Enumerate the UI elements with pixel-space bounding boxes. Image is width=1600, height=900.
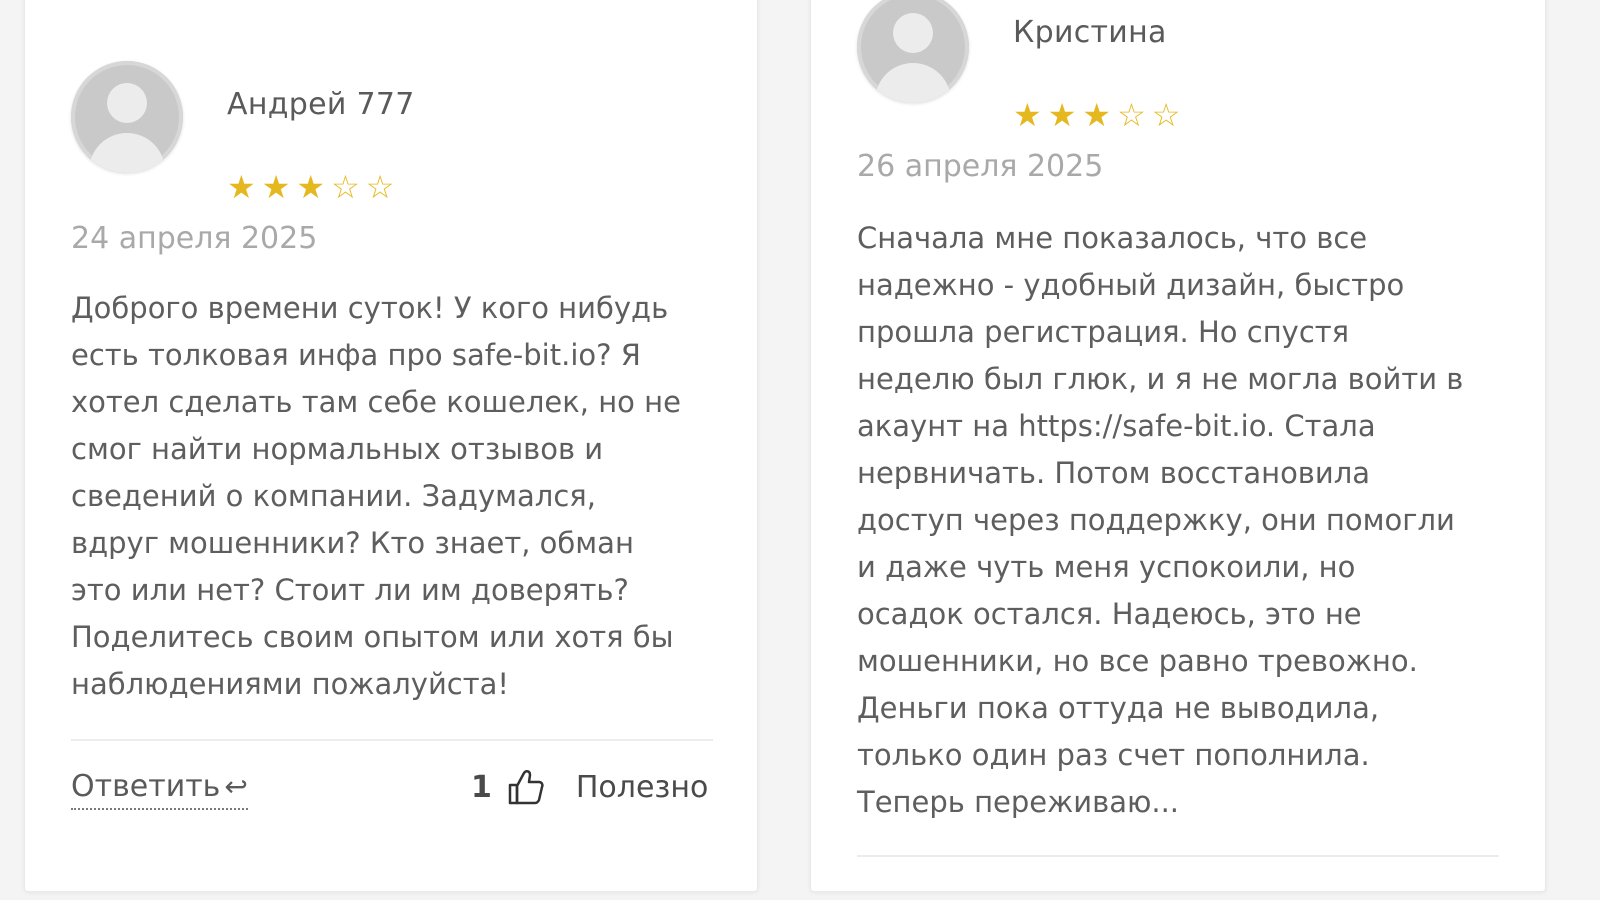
reply-label: Ответить bbox=[71, 769, 221, 804]
star-empty-icon: ☆ bbox=[1117, 96, 1146, 134]
review-author: Андрей 777 bbox=[227, 87, 415, 122]
review-date: 24 апреля 2025 bbox=[71, 221, 318, 256]
rating-stars: ★ ★ ★ ☆ ☆ bbox=[1013, 99, 1180, 131]
reply-button[interactable]: Ответить ↩ bbox=[71, 769, 248, 810]
star-filled-icon: ★ bbox=[261, 168, 291, 206]
helpful-label[interactable]: Полезно bbox=[576, 770, 708, 805]
star-empty-icon: ☆ bbox=[331, 168, 360, 206]
star-empty-icon: ☆ bbox=[365, 168, 395, 206]
divider bbox=[71, 739, 713, 741]
avatar bbox=[857, 0, 969, 103]
divider bbox=[857, 855, 1499, 857]
likes-area: 1 Полезно bbox=[471, 767, 708, 807]
rating-stars: ★ ★ ★ ☆ ☆ bbox=[227, 171, 394, 203]
star-filled-icon: ★ bbox=[1047, 96, 1077, 134]
thumbs-up-icon[interactable] bbox=[506, 767, 546, 807]
review-card-1: Андрей 777 ★ ★ ★ ☆ ☆ 24 апреля 2025 Добр… bbox=[24, 0, 758, 892]
review-date: 26 апреля 2025 bbox=[857, 149, 1104, 184]
likes-count: 1 bbox=[471, 769, 492, 805]
avatar bbox=[71, 61, 183, 173]
review-author: Кристина bbox=[1013, 15, 1167, 50]
star-filled-icon: ★ bbox=[1013, 96, 1042, 134]
star-filled-icon: ★ bbox=[227, 168, 256, 206]
star-filled-icon: ★ bbox=[1082, 96, 1112, 134]
reply-arrow-icon: ↩ bbox=[224, 770, 248, 803]
review-card-2: Кристина ★ ★ ★ ☆ ☆ 26 апреля 2025 Сначал… bbox=[810, 0, 1546, 892]
star-filled-icon: ★ bbox=[296, 168, 326, 206]
review-text: Доброго времени суток! У кого нибудь ест… bbox=[71, 291, 681, 701]
review-text: Сначала мне показалось, что все надежно … bbox=[857, 221, 1464, 819]
star-empty-icon: ☆ bbox=[1151, 96, 1181, 134]
